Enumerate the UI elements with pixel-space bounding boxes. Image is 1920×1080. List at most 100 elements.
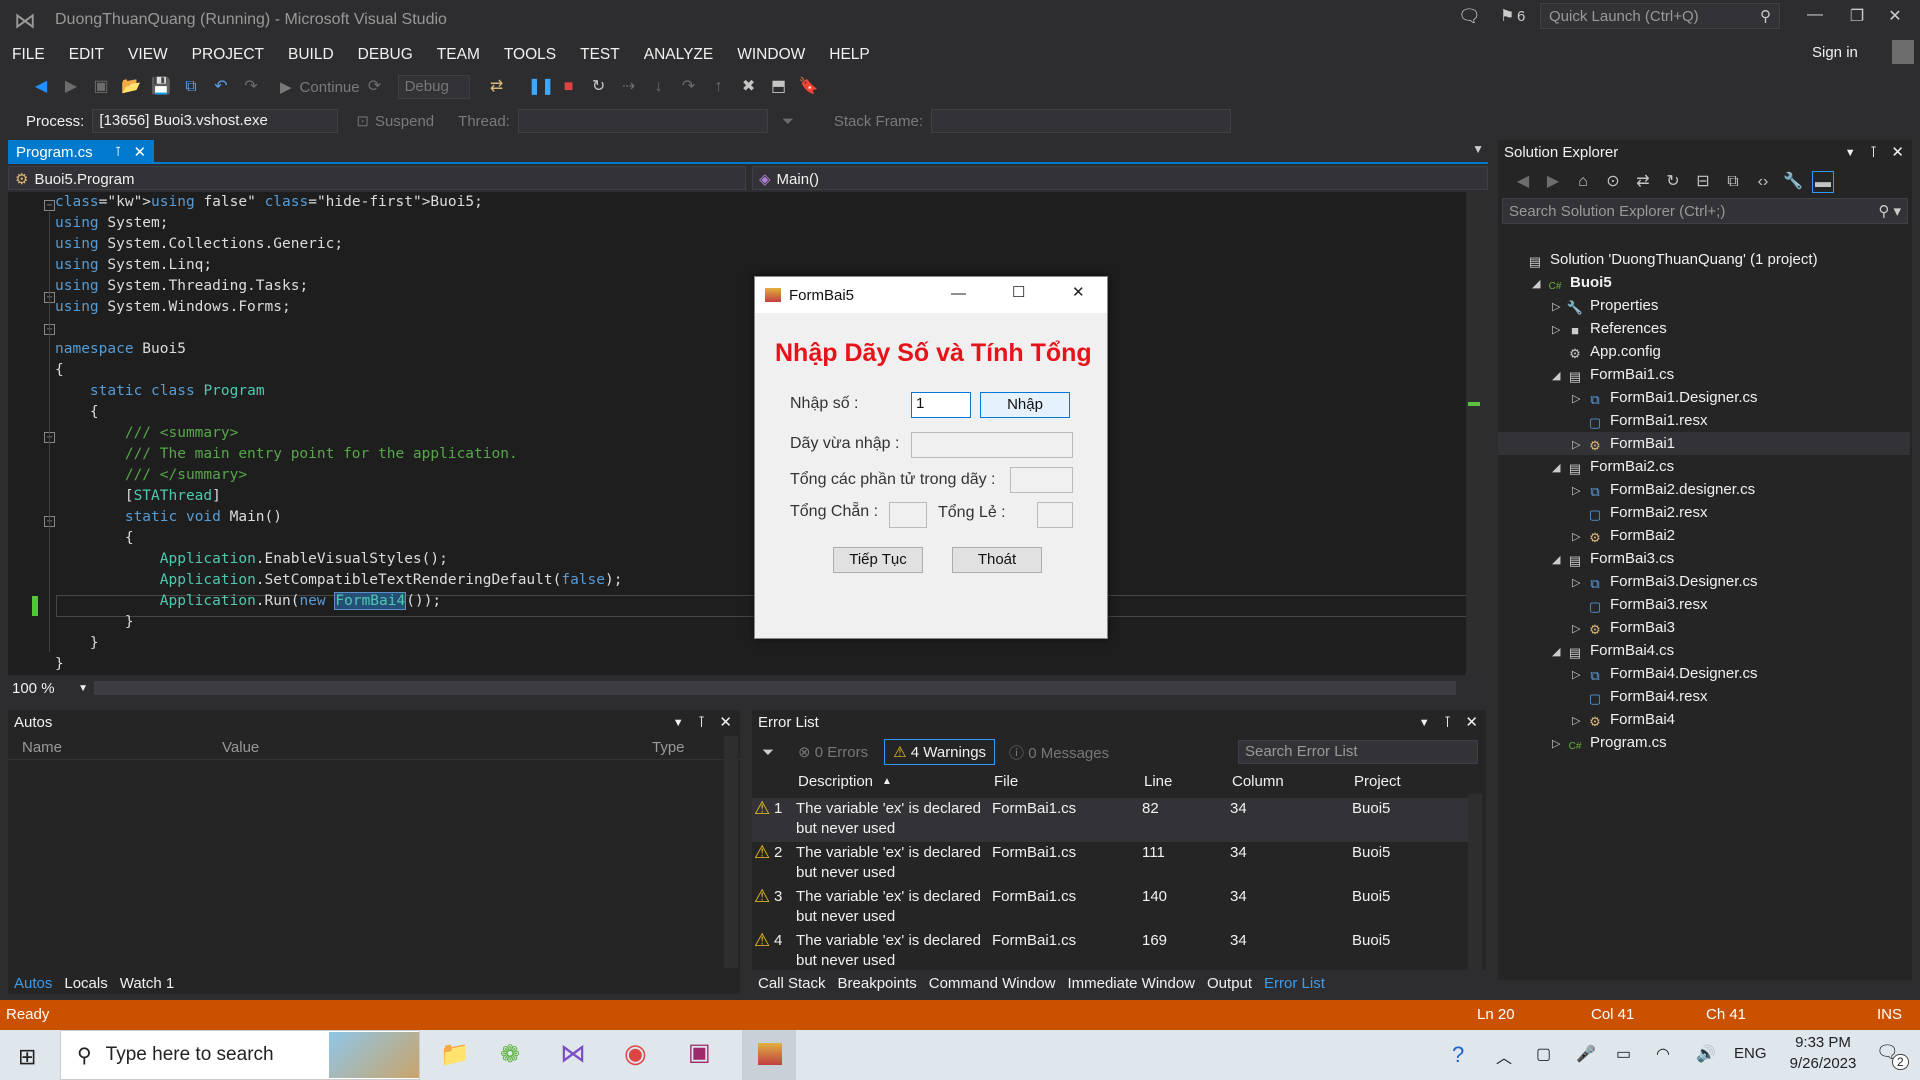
battery-icon[interactable]: ▭ [1616,1044,1631,1064]
solution-search-input[interactable]: Search Solution Explorer (Ctrl+;) ⚲ ▾ [1502,198,1908,224]
home-icon[interactable]: ⌂ [1572,171,1594,193]
wifi-icon[interactable]: ◠ [1656,1044,1670,1064]
redo-icon[interactable]: ↷ [240,76,262,98]
column-project[interactable]: Project [1354,773,1401,790]
suspend-label[interactable]: Suspend [375,113,434,130]
pin-icon[interactable]: ⊺ [698,710,706,736]
tab-autos[interactable]: Autos [8,975,58,992]
expand-toggle-icon[interactable]: ▷ [1572,618,1586,641]
formbai5-taskbar-button[interactable] [742,1030,796,1080]
volume-icon[interactable]: 🔊 [1696,1044,1716,1064]
expand-toggle-icon[interactable]: ▷ [1552,319,1566,342]
step-into-icon[interactable]: ↓ [648,76,670,98]
attach-icon[interactable]: ⇄ [486,76,508,98]
column-description[interactable]: Description [798,773,873,790]
messages-filter-button[interactable]: ⓘ 0 Messages [1009,742,1109,763]
error-row[interactable]: ⚠ 2 The variable 'ex' is declared but never… [752,842,1468,886]
dialog-maximize-button[interactable]: ☐ [1012,283,1025,301]
expand-toggle-icon[interactable]: ◢ [1552,641,1566,664]
quick-launch-input[interactable]: Quick Launch (Ctrl+Q) ⚲ [1540,3,1780,29]
expand-toggle-icon[interactable]: ▷ [1572,388,1586,411]
column-value[interactable]: Value [222,739,652,756]
save-icon[interactable]: 💾 [150,76,172,98]
open-file-icon[interactable]: 📂 [120,76,142,98]
column-file[interactable]: File [994,773,1018,790]
tree-item[interactable]: ▤ Solution 'DuongThuanQuang' (1 project) [1498,248,1910,271]
tree-item[interactable]: ▷ ⚙ FormBai1 [1498,432,1910,455]
expand-toggle-icon[interactable]: ▷ [1572,572,1586,595]
windows-start-icon[interactable]: ⊞ [18,1044,36,1070]
tab-program-cs[interactable]: Program.cs ⊺ ✕ [8,140,155,164]
menu-view[interactable]: VIEW [116,40,180,70]
tree-item[interactable]: ▷ ⧉ FormBai3.Designer.cs [1498,570,1910,593]
tree-item[interactable]: ◢ C# Buoi5 [1498,271,1910,294]
tab-immediate-window[interactable]: Immediate Window [1061,975,1201,992]
properties-wrench-icon[interactable]: 🔧 [1782,171,1804,193]
tree-item[interactable]: ◢ ▤ FormBai4.cs [1498,639,1910,662]
tree-item[interactable]: ▷ ⧉ FormBai2.designer.cs [1498,478,1910,501]
menu-edit[interactable]: EDIT [57,40,116,70]
forward-icon[interactable]: ▶ [1542,171,1564,193]
tab-watch-1[interactable]: Watch 1 [114,975,180,992]
enter-button[interactable]: Nhập [980,392,1070,418]
refresh-icon[interactable]: ⟳ [364,76,386,98]
exit-form-button[interactable]: Thoát [952,547,1042,573]
navigate-back-icon[interactable]: ◀ [30,76,52,98]
tree-item[interactable]: ◢ ▤ FormBai3.cs [1498,547,1910,570]
expand-toggle-icon[interactable]: ▷ [1572,710,1586,733]
expand-toggle-icon[interactable]: ▷ [1572,526,1586,549]
thread-dropdown[interactable] [517,109,768,133]
close-icon[interactable]: ✕ [719,710,732,736]
restore-button[interactable]: ❐ [1842,6,1872,30]
type-dropdown[interactable]: ⚙ Buoi5.Program [8,166,746,190]
pin-icon[interactable]: ⊺ [115,144,122,160]
tree-item[interactable]: ▷ ■ References [1498,317,1910,340]
tab-command-window[interactable]: Command Window [923,975,1062,992]
error-row[interactable]: ⚠ 4 The variable 'ex' is declared but never… [752,930,1468,974]
collapse-all-icon[interactable]: ⊟ [1692,171,1714,193]
tree-item[interactable]: ▷ ⚙ FormBai2 [1498,524,1910,547]
editor-horizontal-scrollbar[interactable] [94,681,1456,695]
microphone-icon[interactable]: 🎤 [1576,1044,1596,1064]
chevron-up-icon[interactable]: ︿ [1496,1044,1512,1068]
dialog-close-button[interactable]: ✕ [1072,283,1085,301]
chrome-icon[interactable]: ◉ [624,1038,647,1069]
process-dropdown[interactable]: [13656] Buoi3.vshost.exe [92,109,339,133]
close-icon[interactable]: ✕ [1465,710,1478,736]
meet-now-icon[interactable]: ▢ [1536,1044,1551,1064]
close-icon[interactable]: ✕ [1891,140,1904,166]
restart-icon[interactable]: ↻ [588,76,610,98]
dialog-minimize-button[interactable]: — [951,285,966,302]
code-editor[interactable]: − − − − − class="kw">using false" class=… [8,192,1480,675]
column-name[interactable]: Name [8,739,222,756]
expand-toggle-icon[interactable]: ▷ [1552,733,1566,756]
number-input[interactable]: 1 [911,392,971,418]
menu-tools[interactable]: TOOLS [492,40,568,70]
fold-toggle-icon[interactable]: − [44,200,55,211]
bookmark-icon[interactable]: 🔖 [798,76,820,98]
pin-icon[interactable]: ⊺ [1444,710,1452,736]
menu-file[interactable]: FILE [0,40,57,70]
error-row[interactable]: ⚠ 1 The variable 'ex' is declared but never… [752,798,1468,842]
back-icon[interactable]: ◀ [1512,171,1534,193]
autos-scrollbar[interactable] [724,736,738,968]
panel-menu-chevron-icon[interactable]: ▼ [1419,710,1430,736]
tree-item[interactable]: ▢ FormBai4.resx [1498,685,1910,708]
tree-item[interactable]: ▷ C# Program.cs [1498,731,1910,754]
tree-item[interactable]: ▢ FormBai3.resx [1498,593,1910,616]
column-type[interactable]: Type [652,739,712,756]
stack-frame-dropdown[interactable] [931,109,1232,133]
menu-debug[interactable]: DEBUG [346,40,425,70]
expand-toggle-icon[interactable]: ◢ [1552,549,1566,572]
stop-icon[interactable]: ■ [558,76,580,98]
tab-output[interactable]: Output [1201,975,1258,992]
expand-toggle-icon[interactable]: ▷ [1572,434,1586,457]
errors-filter-button[interactable]: ⊗ 0 Errors [798,743,868,761]
filter-icon[interactable]: ⏷ [762,744,774,761]
pdf-app-icon[interactable]: ▣ [688,1038,711,1067]
menu-team[interactable]: TEAM [425,40,492,70]
tab-breakpoints[interactable]: Breakpoints [832,975,923,992]
tree-item[interactable]: ▷ ⚙ FormBai4 [1498,708,1910,731]
pin-icon[interactable]: ⊺ [1870,140,1878,166]
expand-toggle-icon[interactable]: ▷ [1572,480,1586,503]
